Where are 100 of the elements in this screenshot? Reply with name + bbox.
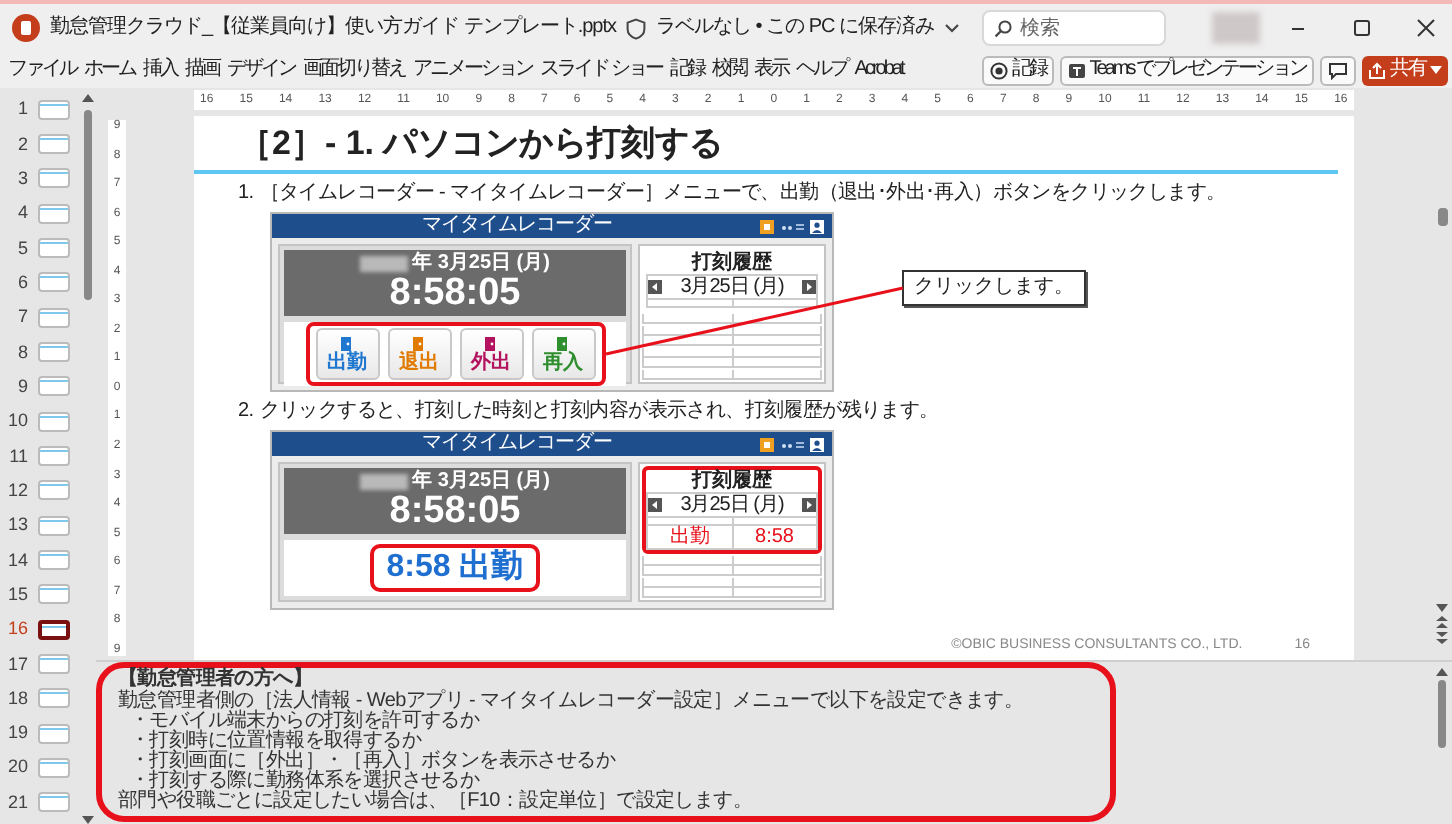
record-icon [989,61,1008,79]
scrollbar-thumb[interactable] [1438,680,1446,748]
scrollbar-thumb[interactable] [1437,208,1447,226]
search-field[interactable]: 検索 [982,10,1167,46]
slide-number: 17 [5,653,30,675]
slide-thumbnail[interactable] [38,203,70,224]
step-text: ［タイムレコーダー - マイタイムレコーダー］メニューで、出勤（退出･外出･再入）ボタンをクリックします。 [259,182,1226,207]
notification-icon [760,437,774,452]
punch-button[interactable]: 外出 [459,328,523,381]
slide-thumbnail[interactable] [38,549,70,570]
slide-thumbnail[interactable] [38,411,70,432]
caret-icon [1430,66,1442,74]
comment-button[interactable] [1320,55,1356,85]
previous-slide-icon[interactable] [1436,616,1448,628]
slide-thumbnail[interactable] [38,272,70,293]
step-number: 2. [238,400,254,425]
scrollbar-thumb[interactable] [84,110,92,300]
slide-number: 20 [5,756,30,779]
slide-number: 9 [15,375,30,398]
chevron-down-icon[interactable] [944,22,961,34]
slide-thumbnail[interactable] [38,168,70,189]
notes-text: ・打刻する際に勤務体系を選択させるか [130,772,481,792]
share-button[interactable]: 共有 [1362,55,1448,85]
slide-thumbnail[interactable] [38,237,70,258]
slide-thumbnail[interactable] [38,341,70,362]
punch-button[interactable]: 再入 [531,328,595,381]
ribbon-tab[interactable]: アニメーション [413,58,532,82]
notes-text: 勤怠管理者側の［法人情報 - Webアプリ - マイタイムレコーダー設定］メニューで以下を設定できます。 [118,692,1026,712]
window-title: 勤怠管理クラウド_【従業員向け】使い方ガイド テンプレート.pptx [50,16,617,40]
slide-thumbnail[interactable] [38,307,70,328]
slide-thumbnail[interactable] [38,757,70,778]
slide-number: 11 [7,445,30,467]
menu-icon [780,219,804,234]
punch-result: 8:58 出勤 [370,544,540,593]
search-icon [994,19,1013,37]
slide-number: 15 [5,583,30,606]
ribbon-tab[interactable]: ヘルプ [795,58,847,82]
clock-time: 8:58:05 [387,492,521,533]
ribbon-tab[interactable]: Acrobat [854,58,903,82]
slide-number: 14 [5,549,30,571]
maximize-icon [1349,18,1373,38]
comment-icon [1328,61,1348,79]
ribbon-tab[interactable]: 校閲 [711,58,746,82]
ribbon-tab[interactable]: 描画 [185,58,219,82]
step-text: クリックすると、打刻した時刻と打刻内容が表示され、打刻履歴が残ります。 [259,400,939,425]
ribbon-tab[interactable]: ファイル [8,58,76,82]
slide-thumbnail[interactable] [38,376,70,397]
slide-number: 18 [5,687,30,710]
app-title: マイタイムレコーダー [420,214,614,239]
scroll-down-icon[interactable] [1436,604,1448,612]
menu-icon [780,437,804,452]
close-icon [1413,18,1437,38]
scroll-up-icon[interactable] [82,94,94,102]
slide-thumbnail[interactable] [38,688,70,709]
slide-thumbnail[interactable] [38,619,70,640]
slide-thumbnail[interactable] [38,445,70,466]
slide-number: 10 [5,410,30,432]
previous-day-icon[interactable] [648,280,662,295]
scroll-down-icon[interactable] [82,816,94,824]
slide-thumbnail[interactable] [38,584,70,605]
ribbon-tab[interactable]: 画面切り替え [303,58,405,82]
save-status[interactable]: ラベルなし • この PC に保存済み [656,16,935,40]
slide-number: 12 [5,479,30,502]
slide-thumbnail[interactable] [38,99,70,120]
slide-thumbnail[interactable] [38,133,70,154]
history-date: 3月25日 (月) [680,494,784,517]
slide-thumbnail[interactable] [38,792,70,813]
slide-number: 1 [15,98,30,121]
ribbon-tab[interactable]: 挿入 [143,58,177,82]
slide-thumbnail[interactable] [38,515,70,536]
present-in-teams-button[interactable]: Teams でプレゼンテーション [1059,55,1314,85]
punch-button[interactable]: 出勤 [315,328,379,381]
ribbon-tab[interactable]: 表示 [753,58,788,82]
slide-number: 19 [5,722,30,744]
slide-thumbnail[interactable] [38,653,70,674]
slide-number: 2 [15,133,30,155]
notification-icon [760,219,774,234]
table-cell: 出勤 [648,526,733,549]
scroll-up-icon[interactable] [1436,668,1448,676]
next-slide-icon[interactable] [1436,632,1448,644]
step-number: 1. [238,182,254,207]
slide-thumbnail[interactable] [38,480,70,501]
slide-number: 21 [5,791,30,814]
ribbon-tab[interactable]: ホーム [84,58,135,82]
next-day-icon[interactable] [802,280,816,295]
ribbon-tab[interactable]: デザイン [227,58,295,82]
slide-number: 5 [15,237,30,259]
slide-thumbnail[interactable] [38,723,70,744]
ribbon-tab[interactable]: スライド ショー [540,58,662,82]
user-icon [810,437,824,452]
app-title: マイタイムレコーダー [420,432,614,457]
previous-day-icon[interactable] [648,498,662,513]
history-date: 3月25日 (月) [680,276,784,299]
slide-number: 16 [5,618,30,640]
redaction-blur [360,255,409,272]
next-day-icon[interactable] [802,498,816,513]
ribbon-tab[interactable]: 記録 [669,58,704,82]
slide-number: 4 [15,202,30,225]
record-button[interactable]: 記録 [981,55,1054,85]
notes-text: ・打刻画面に［外出］・［再入］ボタンを表示させるか [128,752,618,772]
